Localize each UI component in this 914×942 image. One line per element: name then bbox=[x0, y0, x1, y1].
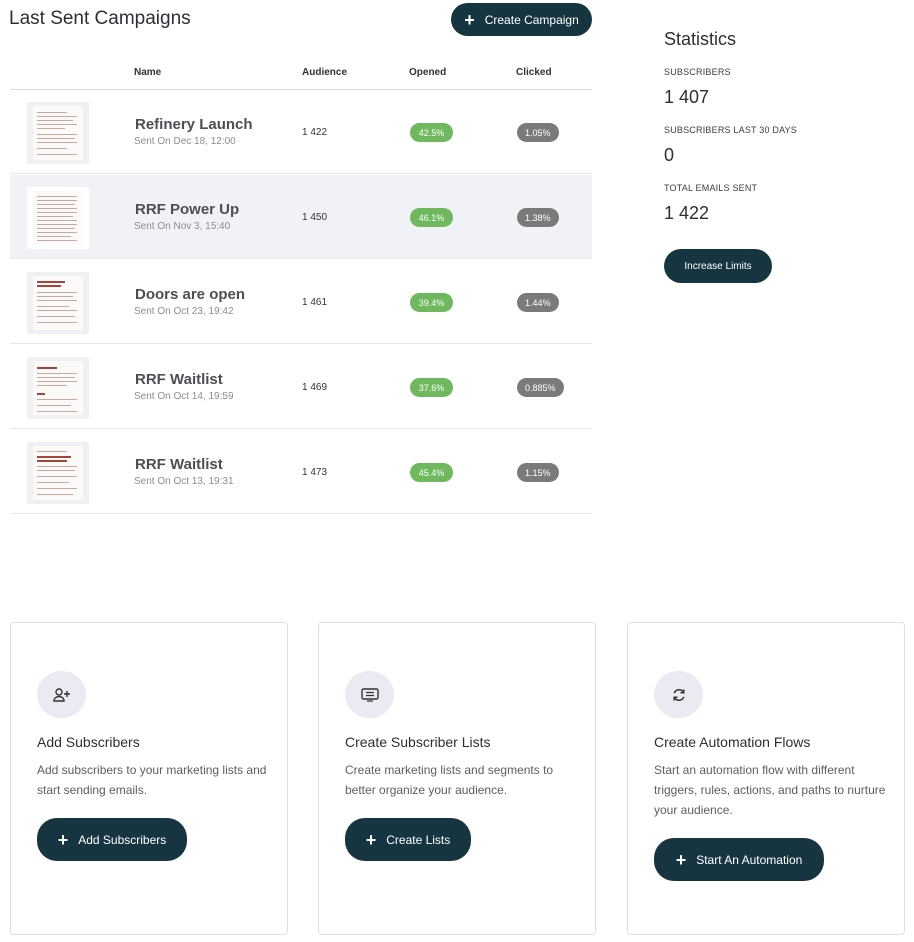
plus-icon: + bbox=[57, 829, 69, 850]
campaign-row[interactable]: RRF Power Up Sent On Nov 3, 15:40 1 450 … bbox=[10, 175, 592, 259]
emails-sent-value: 1 422 bbox=[664, 203, 710, 223]
subscribers-30-days-label: SUBSCRIBERS LAST 30 DAYS bbox=[664, 125, 798, 135]
card-description: Create marketing lists and segments to b… bbox=[345, 763, 554, 797]
start-automation-button[interactable]: + Start An Automation bbox=[654, 838, 824, 881]
subscribers-value: 1 407 bbox=[664, 87, 710, 107]
opened-badge: 37.6% bbox=[410, 378, 453, 397]
card-title: Create Subscriber Lists bbox=[345, 734, 491, 750]
create-campaign-label: Create Campaign bbox=[484, 12, 579, 27]
opened-badge: 46.1% bbox=[410, 208, 453, 227]
subscribers-label: SUBSCRIBERS bbox=[664, 67, 731, 77]
card-description: Start an automation flow with different … bbox=[654, 763, 886, 817]
campaign-sent-date: Sent On Oct 13, 19:31 bbox=[134, 476, 234, 487]
campaign-row[interactable]: Refinery Launch Sent On Dec 18, 12:00 1 … bbox=[10, 90, 592, 174]
campaign-thumbnail bbox=[27, 357, 89, 419]
campaign-row[interactable]: RRF Waitlist Sent On Oct 14, 19:59 1 469… bbox=[10, 345, 592, 429]
campaign-sent-date: Sent On Dec 18, 12:00 bbox=[134, 136, 236, 147]
campaign-thumbnail bbox=[27, 187, 89, 249]
campaign-name: RRF Waitlist bbox=[135, 371, 223, 388]
campaign-row[interactable]: Doors are open Sent On Oct 23, 19:42 1 4… bbox=[10, 260, 592, 344]
clicked-badge: 1.44% bbox=[517, 293, 559, 312]
campaign-thumbnail bbox=[27, 272, 89, 334]
campaign-audience: 1 461 bbox=[302, 297, 328, 308]
list-icon bbox=[345, 671, 394, 718]
campaign-name: Refinery Launch bbox=[135, 116, 253, 133]
increase-limits-button[interactable]: Increase Limits bbox=[664, 249, 772, 283]
create-lists-button[interactable]: + Create Lists bbox=[345, 818, 471, 861]
card-description: Add subscribers to your marketing lists … bbox=[37, 763, 267, 797]
campaign-thumbnail bbox=[27, 442, 89, 504]
campaign-sent-date: Sent On Oct 23, 19:42 bbox=[134, 306, 234, 317]
plus-icon: + bbox=[675, 849, 687, 870]
campaign-sent-date: Sent On Nov 3, 15:40 bbox=[134, 221, 231, 232]
page-title: Last Sent Campaigns bbox=[9, 8, 191, 29]
button-label: Add Subscribers bbox=[78, 832, 167, 847]
campaign-audience: 1 473 bbox=[302, 467, 328, 478]
subscribers-30-days-value: 0 bbox=[664, 145, 675, 165]
campaign-row[interactable]: RRF Waitlist Sent On Oct 13, 19:31 1 473… bbox=[10, 430, 592, 514]
card-title: Add Subscribers bbox=[37, 734, 140, 750]
add-subscribers-card: Add Subscribers Add subscribers to your … bbox=[10, 622, 288, 935]
column-name: Name bbox=[134, 67, 162, 78]
button-label: Create Lists bbox=[386, 832, 451, 847]
clicked-badge: 1.15% bbox=[517, 463, 559, 482]
create-lists-card: Create Subscriber Lists Create marketing… bbox=[318, 622, 596, 935]
campaign-sent-date: Sent On Oct 14, 19:59 bbox=[134, 391, 234, 402]
opened-badge: 42.5% bbox=[410, 123, 453, 142]
opened-badge: 45.4% bbox=[410, 463, 453, 482]
clicked-badge: 1.38% bbox=[517, 208, 559, 227]
emails-sent-label: TOTAL EMAILS SENT bbox=[664, 183, 758, 193]
button-label: Start An Automation bbox=[696, 852, 803, 867]
column-audience: Audience bbox=[302, 67, 348, 78]
plus-icon: + bbox=[464, 9, 475, 30]
column-clicked: Clicked bbox=[516, 67, 552, 78]
statistics-title: Statistics bbox=[664, 29, 737, 49]
campaign-name: RRF Power Up bbox=[135, 201, 240, 218]
automation-card: Create Automation Flows Start an automat… bbox=[627, 622, 905, 935]
opened-badge: 39.4% bbox=[410, 293, 453, 312]
campaign-name: RRF Waitlist bbox=[135, 456, 223, 473]
table-header: Name Audience Opened Clicked bbox=[10, 62, 592, 90]
campaign-audience: 1 422 bbox=[302, 127, 328, 138]
plus-icon: + bbox=[365, 829, 377, 850]
campaign-name: Doors are open bbox=[135, 286, 246, 303]
campaign-audience: 1 450 bbox=[302, 212, 328, 223]
clicked-badge: 0.885% bbox=[517, 378, 564, 397]
card-title: Create Automation Flows bbox=[654, 734, 811, 750]
clicked-badge: 1.05% bbox=[517, 123, 559, 142]
column-opened: Opened bbox=[409, 67, 447, 78]
create-campaign-button[interactable]: + Create Campaign bbox=[451, 3, 592, 36]
add-subscribers-button[interactable]: + Add Subscribers bbox=[37, 818, 187, 861]
campaign-audience: 1 469 bbox=[302, 382, 328, 393]
campaign-thumbnail bbox=[27, 102, 89, 164]
add-user-icon bbox=[37, 671, 86, 718]
refresh-icon bbox=[654, 671, 703, 718]
